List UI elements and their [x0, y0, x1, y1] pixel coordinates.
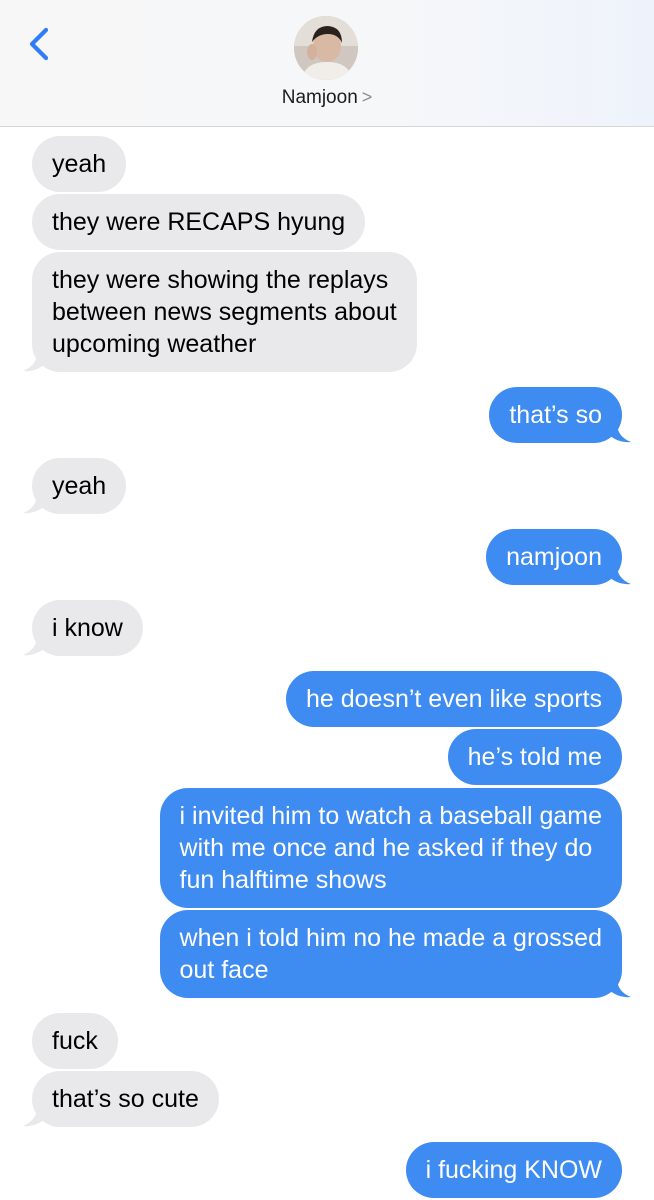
message-text: i fucking KNOW [425, 1156, 602, 1184]
incoming-bubble-tail [23, 1107, 45, 1127]
message-text: namjoon [506, 543, 602, 571]
incoming-bubble-tail [23, 636, 45, 656]
back-button[interactable] [22, 24, 56, 64]
message-text: upcoming weather [52, 330, 257, 358]
message-text: that’s so [509, 401, 602, 429]
message-text: fun halftime shows [179, 866, 387, 894]
message-text: he’s told me [467, 743, 602, 771]
chevron-left-icon [29, 27, 49, 61]
incoming-bubble-tail [23, 494, 45, 514]
outgoing-message-bubble[interactable]: he’s told me [447, 729, 622, 785]
message-text: yeah [52, 150, 107, 178]
incoming-bubble-tail [23, 352, 45, 372]
contact-avatar[interactable] [294, 16, 358, 80]
contact-name-button[interactable]: Namjoon > [0, 87, 654, 109]
message-text: they were RECAPS hyung [52, 208, 346, 236]
message-text: that’s so cute [52, 1085, 199, 1113]
message-text: between news segments about [52, 298, 397, 326]
avatar-photo [294, 16, 358, 80]
message-text: i know [52, 614, 123, 642]
message-text: i invited him to watch a baseball game [179, 802, 602, 830]
outgoing-message-bubble[interactable]: he doesn’t even like sports [285, 671, 622, 727]
outgoing-message-bubble[interactable]: i fucking KNOW [405, 1142, 622, 1198]
incoming-message-bubble[interactable]: yeah [32, 136, 127, 192]
outgoing-message-bubble[interactable]: that’s so [489, 387, 622, 443]
message-text: when i told him no he made a grossed [179, 924, 602, 952]
incoming-message-bubble[interactable]: they were RECAPS hyung [32, 194, 366, 250]
incoming-message-bubble[interactable]: they were showing the replays between ne… [32, 252, 417, 372]
incoming-message-bubble[interactable]: fuck [32, 1013, 118, 1069]
outgoing-bubble-tail [609, 423, 631, 443]
message-text: they were showing the replays [52, 266, 389, 294]
contact-name: Namjoon [281, 87, 358, 108]
outgoing-message-bubble[interactable]: namjoon [486, 529, 622, 585]
message-text: fuck [52, 1027, 98, 1055]
incoming-message-bubble[interactable]: i know [32, 600, 143, 656]
message-text: he doesn’t even like sports [305, 685, 602, 713]
outgoing-bubble-tail [609, 978, 631, 998]
outgoing-bubble-tail [609, 565, 631, 585]
message-text: with me once and he asked if they do [179, 834, 593, 862]
incoming-message-bubble[interactable]: that’s so cute [32, 1071, 219, 1127]
message-text: yeah [52, 472, 107, 500]
incoming-message-bubble[interactable]: yeah [32, 458, 127, 514]
conversation-header: Namjoon > [0, 0, 654, 127]
outgoing-message-bubble[interactable]: i invited him to watch a baseball game w… [159, 788, 622, 908]
message-text: out face [179, 956, 269, 984]
outgoing-message-bubble[interactable]: when i told him no he made a grossed out… [159, 910, 622, 998]
chevron-right-icon: > [361, 87, 373, 107]
